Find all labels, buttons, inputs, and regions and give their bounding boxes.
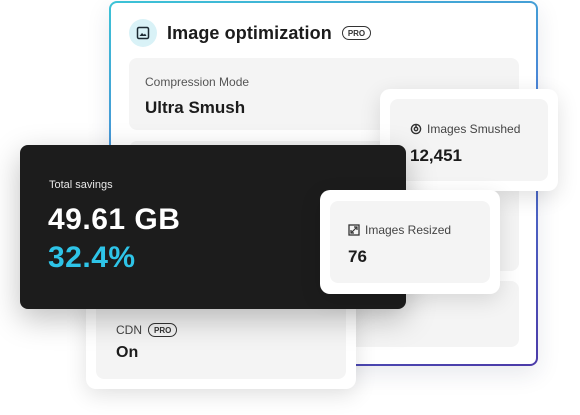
images-resized-inner xyxy=(330,201,490,283)
image-icon xyxy=(129,19,157,47)
cdn-pro-badge: PRO xyxy=(148,323,178,337)
images-smushed-card: Images Smushed 12,451 xyxy=(380,89,558,191)
total-savings-label: Total savings xyxy=(49,179,113,191)
images-resized-label: Images Resized xyxy=(365,223,452,237)
images-smushed-label: Images Smushed xyxy=(427,122,521,136)
images-smushed-value: 12,451 xyxy=(410,146,462,165)
images-smushed-label-row: Images Smushed xyxy=(410,122,520,136)
images-smushed-inner xyxy=(390,99,548,181)
images-resized-label-row: Images Resized xyxy=(348,223,451,237)
pro-badge: PRO xyxy=(341,26,372,40)
compression-mode-value: Ultra Smush xyxy=(145,98,246,117)
total-savings-amount: 49.61 GB xyxy=(48,203,181,236)
panel-title: Image optimization xyxy=(167,22,332,43)
compression-mode-label: Compression Mode xyxy=(145,75,250,89)
images-resized-card: Images Resized 76 xyxy=(320,190,500,294)
images-resized-value: 76 xyxy=(348,247,367,266)
resize-icon xyxy=(348,224,360,236)
cdn-label: CDN xyxy=(116,323,142,337)
cdn-label-row: CDN PRO xyxy=(116,323,178,337)
smush-icon xyxy=(410,123,422,135)
panel-header: Image optimization PRO xyxy=(129,19,372,47)
total-savings-percent: 32.4% xyxy=(48,241,136,274)
cdn-value: On xyxy=(116,344,139,361)
stage: Image optimization PRO Compression Mode … xyxy=(0,0,580,415)
